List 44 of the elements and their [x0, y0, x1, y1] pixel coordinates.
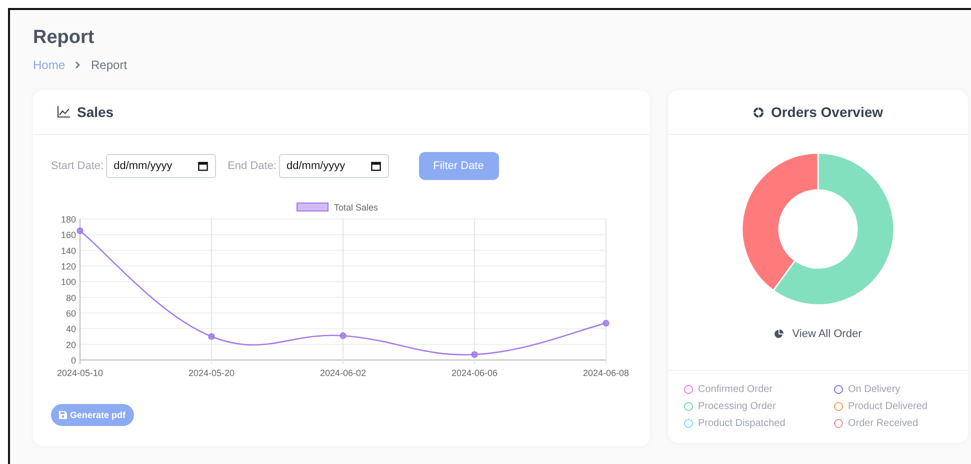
legend-label: Processing Order: [698, 401, 776, 412]
date-field[interactable]: dd/mm/yyyy: [106, 154, 216, 178]
breadcrumb-current: Report: [91, 58, 128, 72]
y-tick-label: 40: [66, 324, 76, 334]
y-tick-label: 100: [60, 277, 76, 288]
y-tick-label: 80: [66, 292, 76, 303]
legend-label: On Delivery: [848, 384, 900, 395]
x-tick-label: 2024-06-08: [582, 368, 630, 378]
y-tick-label: 60: [66, 308, 76, 318]
data-point: [340, 332, 346, 340]
data-point: [76, 227, 84, 234]
legend-label: Order Received: [848, 418, 918, 429]
pie-chart-icon: [774, 329, 784, 339]
donut-icon: [752, 106, 764, 118]
y-tick-label: 140: [60, 246, 76, 256]
data-point: [471, 351, 478, 358]
y-tick-label: 0: [70, 356, 76, 366]
y-tick-label: 20: [66, 340, 76, 350]
line-chart-icon: [57, 106, 70, 118]
y-tick-label: 120: [60, 262, 76, 272]
date-label: End Date:: [228, 160, 276, 172]
data-point: [208, 333, 215, 340]
y-tick-label: 180: [60, 214, 76, 224]
y-tick-label: 160: [60, 230, 76, 240]
date-label: Start Date:: [51, 160, 104, 172]
data-point: [602, 320, 610, 326]
calendar-icon: [370, 161, 380, 171]
x-tick-label: 2024-06-06: [451, 368, 498, 378]
date-field[interactable]: dd/mm/yyyy: [278, 154, 388, 178]
x-tick-label: 2024-06-02: [320, 368, 366, 378]
legend-label: Product Delivered: [848, 401, 928, 412]
calendar-icon: [198, 161, 208, 171]
x-tick-label: 2024-05-10: [56, 368, 104, 378]
legend-label: Total Sales: [334, 202, 378, 212]
legend-label: Confirmed Order: [698, 384, 772, 395]
save-icon: [59, 411, 67, 419]
page-title: Report: [33, 26, 96, 50]
view-all-link[interactable]: View All Order: [774, 328, 862, 340]
card-title: Sales: [77, 104, 114, 120]
chart-legend: [296, 202, 328, 212]
legend-label: Product Dispatched: [698, 418, 786, 429]
x-tick-label: 2024-05-20: [188, 368, 235, 378]
card-title: Orders Overview: [770, 104, 884, 120]
chevron-icon: [75, 61, 82, 69]
